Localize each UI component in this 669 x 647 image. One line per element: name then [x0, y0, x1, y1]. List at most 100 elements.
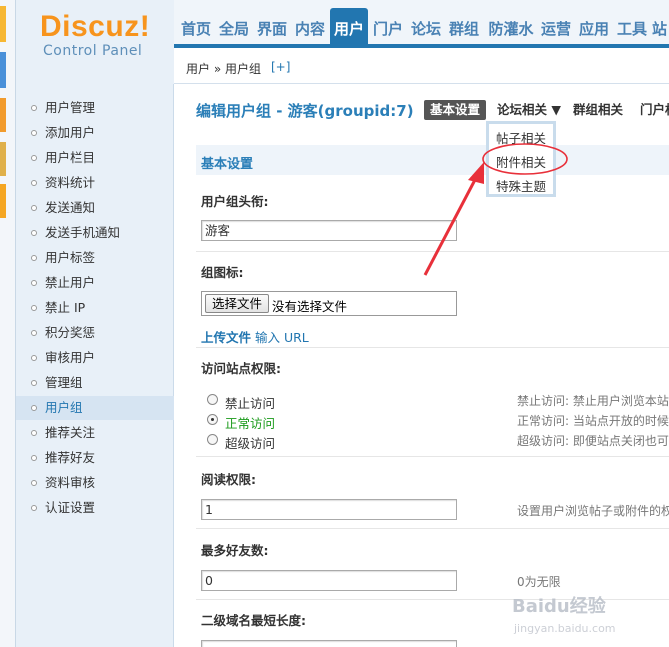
tab-portal-related[interactable]: 门户相 [640, 100, 669, 120]
admin-control-panel: Discuz! Control Panel 首页 全局 界面 内容 用户 门户 … [0, 0, 669, 647]
bullet-icon [31, 380, 37, 386]
bullet-icon [31, 405, 37, 411]
sidebar-item-verification[interactable]: 认证设置 [16, 496, 174, 520]
sidebar-item-add-user[interactable]: 添加用户 [16, 121, 174, 145]
nav-antispam[interactable]: 防灌水 [484, 8, 538, 48]
nav-users[interactable]: 用户 [330, 8, 368, 48]
sidebar-item-ban-user[interactable]: 禁止用户 [16, 271, 174, 295]
max-friends-label: 最多好友数: [201, 543, 269, 558]
group-title-input[interactable]: 游客 [201, 220, 457, 241]
tab-group-related[interactable]: 群组相关 [573, 100, 623, 120]
menu-item-post-related[interactable]: 帖子相关 [489, 128, 553, 147]
strip-tab-icon[interactable] [0, 98, 6, 132]
read-permission-tip: 设置用户浏览帖子或附件的权 [517, 504, 669, 518]
section-title: 基本设置 [201, 157, 254, 172]
read-permission-input[interactable]: 1 [201, 499, 457, 520]
upload-file-link[interactable]: 上传文件 [201, 330, 251, 345]
sidebar-item-user-tags[interactable]: 用户标签 [16, 246, 174, 270]
sidebar-item-send-sms[interactable]: 发送手机通知 [16, 221, 174, 245]
logo[interactable]: Discuz! Control Panel [16, 0, 174, 84]
choose-file-button[interactable]: 选择文件 [205, 294, 270, 313]
nav-group[interactable]: 群组 [446, 8, 482, 48]
sidebar-item-profile-stats[interactable]: 资料统计 [16, 171, 174, 195]
top-nav: 首页 全局 界面 内容 用户 门户 论坛 群组 防灌水 运营 应用 工具 站 [174, 0, 669, 48]
nav-home[interactable]: 首页 [178, 8, 214, 48]
bullet-icon [31, 455, 37, 461]
divider [196, 347, 669, 348]
sidebar: 用户管理 添加用户 用户栏目 资料统计 发送通知 发送手机通知 用户标签 禁止用… [16, 84, 174, 647]
bullet-icon [31, 355, 37, 361]
sidebar-item-admin-groups[interactable]: 管理组 [16, 371, 174, 395]
sidebar-item-user-groups[interactable]: 用户组 [16, 396, 174, 420]
add-shortcut-link[interactable]: [+] [271, 60, 290, 74]
sidebar-item-label: 审核用户 [45, 350, 96, 365]
sidebar-item-user-fields[interactable]: 用户栏目 [16, 146, 174, 170]
nav-operations[interactable]: 运营 [538, 8, 574, 48]
sidebar-item-label: 用户栏目 [45, 150, 96, 165]
sidebar-item-label: 禁止用户 [45, 275, 96, 290]
bullet-icon [31, 280, 37, 286]
left-icon-strip [0, 0, 16, 647]
sidebar-item-label: 积分奖惩 [45, 325, 96, 340]
sidebar-item-label: 用户组 [45, 400, 83, 415]
divider [196, 251, 669, 252]
bullet-icon [31, 305, 37, 311]
bullet-icon [31, 430, 37, 436]
strip-tab-icon[interactable] [0, 6, 6, 42]
bullet-icon [31, 255, 37, 261]
nav-forum[interactable]: 论坛 [408, 8, 444, 48]
strip-tab-icon[interactable] [0, 184, 6, 218]
divider [196, 528, 669, 529]
sidebar-item-label: 管理组 [45, 375, 83, 390]
tab-forum-related[interactable]: 论坛相关 ▼ [497, 100, 561, 120]
nav-interface[interactable]: 界面 [254, 8, 290, 48]
sidebar-item-label: 资料统计 [45, 175, 96, 190]
radio-icon[interactable] [207, 434, 218, 445]
nav-global[interactable]: 全局 [216, 8, 252, 48]
tab-basic-settings[interactable]: 基本设置 [424, 100, 487, 120]
nav-tools[interactable]: 工具 [614, 8, 650, 48]
sidebar-item-label: 添加用户 [45, 125, 96, 140]
input-url-link[interactable]: 输入 URL [255, 330, 309, 345]
group-icon-file-input[interactable]: 选择文件 没有选择文件 [201, 291, 457, 316]
nav-apps[interactable]: 应用 [576, 8, 612, 48]
bullet-icon [31, 505, 37, 511]
bullet-icon [31, 330, 37, 336]
nav-content[interactable]: 内容 [292, 8, 328, 48]
sidebar-item-ban-ip[interactable]: 禁止 IP [16, 296, 174, 320]
sidebar-item-recommend-follow[interactable]: 推荐关注 [16, 421, 174, 445]
watermark-url: jingyan.baidu.com [514, 622, 616, 635]
logo-subtext: Control Panel [43, 43, 143, 59]
nav-site[interactable]: 站 [652, 8, 669, 48]
sidebar-item-label: 推荐好友 [45, 450, 96, 465]
access-tip: 超级访问: 即便站点关闭也可 [517, 434, 669, 448]
file-status-text: 没有选择文件 [272, 299, 348, 314]
sidebar-item-label: 发送通知 [45, 200, 96, 215]
divider [196, 456, 669, 457]
read-permission-label: 阅读权限: [201, 472, 256, 487]
page-title: 编辑用户组 - 游客(groupid:7) [196, 102, 414, 120]
max-friends-input[interactable]: 0 [201, 570, 457, 591]
sidebar-item-label: 用户标签 [45, 250, 96, 265]
sidebar-item-label: 认证设置 [45, 500, 96, 515]
logo-text: Discuz! [40, 10, 151, 43]
sidebar-item-profile-review[interactable]: 资料审核 [16, 471, 174, 495]
sidebar-item-credits[interactable]: 积分奖惩 [16, 321, 174, 345]
sidebar-item-moderate-users[interactable]: 审核用户 [16, 346, 174, 370]
radio-icon[interactable] [207, 414, 218, 425]
menu-item-attachment-related[interactable]: 附件相关 [489, 152, 553, 171]
nav-portal[interactable]: 门户 [370, 8, 406, 48]
bullet-icon [31, 230, 37, 236]
menu-item-special-threads[interactable]: 特殊主题 [489, 176, 553, 195]
strip-tab-icon[interactable] [0, 52, 6, 88]
section-header: 基本设置 [196, 145, 669, 175]
site-access-label: 访问站点权限: [201, 361, 281, 376]
strip-tab-icon[interactable] [0, 142, 6, 176]
radio-icon[interactable] [207, 394, 218, 405]
sidebar-item-send-notice[interactable]: 发送通知 [16, 196, 174, 220]
bullet-icon [31, 205, 37, 211]
radio-label: 禁止访问 [225, 396, 276, 411]
subdomain-min-length-input[interactable] [201, 640, 457, 647]
sidebar-item-user-manage[interactable]: 用户管理 [16, 96, 174, 120]
sidebar-item-recommend-friends[interactable]: 推荐好友 [16, 446, 174, 470]
